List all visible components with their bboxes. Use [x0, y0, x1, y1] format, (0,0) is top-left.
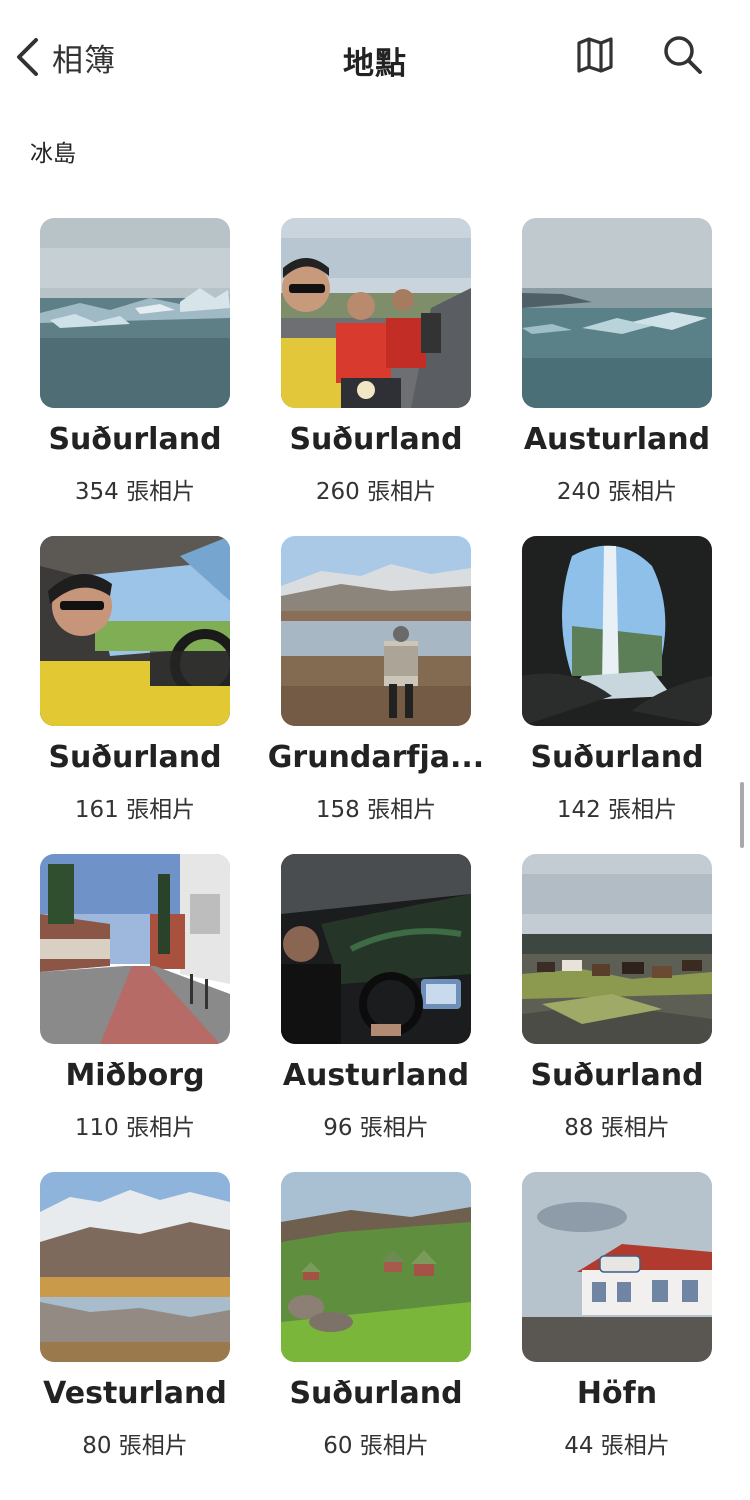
photo-count: 80 張相片 — [82, 1433, 188, 1459]
search-button[interactable] — [660, 34, 706, 80]
place-tile[interactable]: Suðurland 260 張相片 — [281, 218, 471, 505]
photo-count: 60 張相片 — [323, 1433, 429, 1459]
place-thumbnail — [281, 1172, 471, 1362]
place-thumbnail — [522, 1172, 712, 1362]
photo-count: 354 張相片 — [74, 479, 196, 505]
search-icon — [662, 34, 704, 80]
photo-count: 260 張相片 — [315, 479, 437, 505]
place-name: Suðurland — [48, 422, 222, 457]
places-grid: Suðurland 354 張相片 Suðurland 260 張相片 Aust… — [40, 218, 712, 1459]
place-name: Vesturland — [43, 1376, 227, 1411]
place-tile[interactable]: Höfn 44 張相片 — [522, 1172, 712, 1459]
nav-header: 相簿 地點 — [0, 0, 750, 115]
place-name: Grundarfja... — [267, 740, 485, 775]
place-thumbnail — [40, 854, 230, 1044]
photo-count: 142 張相片 — [556, 797, 678, 823]
place-tile[interactable]: Suðurland 161 張相片 — [40, 536, 230, 823]
photo-count: 96 張相片 — [323, 1115, 429, 1141]
places-screen: 相簿 地點 冰島 Suðurland 354 張相片 Suðurland 260… — [0, 0, 750, 1500]
place-tile[interactable]: Grundarfja... 158 張相片 — [268, 536, 484, 823]
place-tile[interactable]: Vesturland 80 張相片 — [40, 1172, 230, 1459]
place-thumbnail — [40, 1172, 230, 1362]
photo-count: 240 張相片 — [556, 479, 678, 505]
photo-count: 88 張相片 — [564, 1115, 670, 1141]
scrollbar[interactable] — [740, 782, 744, 848]
map-icon — [575, 35, 615, 79]
place-name: Suðurland — [530, 1058, 704, 1093]
place-thumbnail — [522, 854, 712, 1044]
photo-count: 44 張相片 — [564, 1433, 670, 1459]
place-thumbnail — [522, 536, 712, 726]
place-name: Suðurland — [530, 740, 704, 775]
place-thumbnail — [281, 854, 471, 1044]
place-name: Suðurland — [289, 422, 463, 457]
photo-count: 161 張相片 — [74, 797, 196, 823]
place-tile[interactable]: Suðurland 354 張相片 — [40, 218, 230, 505]
place-name: Suðurland — [289, 1376, 463, 1411]
place-tile[interactable]: Austurland 240 張相片 — [522, 218, 712, 505]
place-name: Suðurland — [48, 740, 222, 775]
section-heading-country: 冰島 — [30, 141, 76, 167]
place-thumbnail — [40, 218, 230, 408]
place-tile[interactable]: Miðborg 110 張相片 — [40, 854, 230, 1141]
place-name: Miðborg — [65, 1058, 205, 1093]
place-name: Höfn — [576, 1376, 658, 1411]
place-tile[interactable]: Austurland 96 張相片 — [281, 854, 471, 1141]
map-button[interactable] — [572, 34, 618, 80]
place-thumbnail — [40, 536, 230, 726]
place-name: Austurland — [523, 422, 711, 457]
place-tile[interactable]: Suðurland 60 張相片 — [281, 1172, 471, 1459]
photo-count: 110 張相片 — [74, 1115, 196, 1141]
back-label: 相簿 — [52, 42, 116, 79]
back-button[interactable]: 相簿 — [14, 34, 116, 80]
place-thumbnail — [281, 218, 471, 408]
place-name: Austurland — [282, 1058, 470, 1093]
photo-count: 158 張相片 — [315, 797, 437, 823]
place-thumbnail — [522, 218, 712, 408]
chevron-left-icon — [14, 37, 40, 77]
place-thumbnail — [281, 536, 471, 726]
place-tile[interactable]: Suðurland 88 張相片 — [522, 854, 712, 1141]
place-tile[interactable]: Suðurland 142 張相片 — [522, 536, 712, 823]
